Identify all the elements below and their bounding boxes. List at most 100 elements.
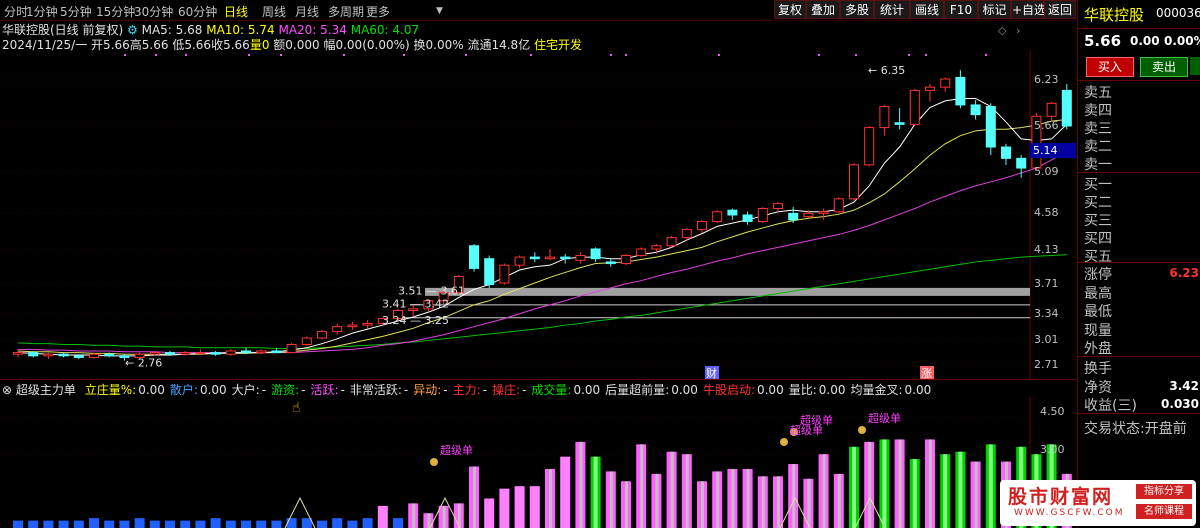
candle-body [575, 254, 586, 261]
indicator-field-label: 量比: [788, 383, 817, 397]
period-7[interactable]: 周线 [262, 3, 286, 20]
ind-bar-stripe [761, 476, 765, 528]
quote-row-label: 涨停 [1084, 267, 1112, 283]
chart-title: 华联控股(日线 前复权) [2, 23, 124, 37]
indicator-field-label: 立庄量%: [84, 383, 137, 397]
watermark-logo: 股市财富网 WWW.GSCFW.COM 指标分享 名师课程 [1000, 480, 1196, 526]
indicator-chart[interactable]: 超级单超级单超级单超级单 [0, 397, 1076, 528]
toolbar-button-2[interactable]: 多股 [840, 0, 874, 19]
ind-bar-stripe [442, 505, 446, 528]
toolbar-button-0[interactable]: 复权 [774, 0, 806, 19]
period-1[interactable]: 1分钟 [26, 3, 58, 20]
indicator-field-value: - [261, 383, 267, 397]
ind-bar-stripe [988, 444, 993, 528]
quote-row-label: 卖一 [1084, 157, 1112, 173]
candle-body [317, 331, 327, 339]
price-tag: 5.14 [1030, 143, 1076, 158]
ind-bar [134, 518, 145, 528]
indicator-field-value: 0.00 [818, 383, 846, 397]
indicator-field-value: - [443, 383, 448, 397]
period-5[interactable]: 60分钟 [178, 3, 217, 20]
candle-body [590, 248, 601, 260]
candle-body [636, 248, 647, 256]
candle-body [833, 198, 844, 213]
ind-bar-stripe [685, 454, 689, 528]
ind-bar-stripe [701, 481, 704, 528]
period-4[interactable]: 30分钟 [134, 3, 173, 20]
signal-dot [185, 54, 187, 56]
ind-bar [73, 520, 84, 528]
last-price: 5.66 [1084, 32, 1122, 50]
quote-row-label: 卖三 [1084, 121, 1112, 137]
toolbar-button-6[interactable]: 标记 [978, 0, 1011, 19]
ind-bar [499, 488, 510, 528]
ind-bar-stripe [912, 459, 917, 528]
indicator-field-value: - [482, 383, 488, 397]
settings-icon[interactable]: ⚙ [127, 23, 138, 37]
signal-dot [855, 54, 857, 56]
quote-row-label: 卖四 [1084, 103, 1112, 119]
ind-bar-stripe [412, 503, 416, 528]
candle-body [180, 352, 191, 355]
price-chart[interactable]: ← 2.76 ← 6.35 3.51 — 3.613.41 — 3.42 3.24 —… [0, 50, 1076, 380]
candle-body [362, 322, 373, 326]
watermark-tag1: 指标分享 [1136, 484, 1192, 499]
ind-bar-stripe [852, 446, 856, 528]
candle-body [970, 104, 981, 116]
candle-body [621, 254, 631, 265]
signal-dot [155, 54, 157, 56]
ind-bar [332, 518, 343, 528]
candle-body [149, 352, 160, 355]
price-change: 0.00 [1130, 34, 1160, 48]
toolbar-button-5[interactable]: F10 [944, 0, 978, 19]
ind-bar-stripe [837, 473, 841, 528]
candle-body [484, 258, 495, 286]
scroll-right-icon[interactable]: › [1016, 24, 1020, 37]
quote-row-label: 买三 [1084, 213, 1112, 229]
super-order-label: 超级单 [868, 411, 901, 425]
watermark-brand: 股市财富网 [1008, 486, 1114, 508]
level-annotation: 3.24 — 3.25 [382, 314, 449, 327]
ind-bar [241, 520, 251, 528]
period-2[interactable]: 5分钟 [60, 3, 92, 20]
ma5-line [17, 97, 1068, 357]
toolbar-button-1[interactable]: 叠加 [806, 0, 840, 19]
period-9[interactable]: 多周期 [328, 3, 364, 20]
candle-body [940, 78, 951, 88]
price-axis: 6.23 5.66 5.09 4.58 4.13 3.71 3.34 3.01 2.71 [1030, 50, 1076, 380]
candle-body [514, 256, 525, 266]
period-6[interactable]: 日线 [224, 3, 248, 20]
ma20-label: MA20: 5.34 [278, 23, 347, 37]
buy-button[interactable]: 买入 [1086, 57, 1134, 77]
ind-axis-mid: 3.00 [1040, 443, 1065, 456]
ind-bar [180, 520, 191, 528]
stock-code: 000036 [1156, 6, 1200, 20]
ind-bar-stripe [593, 456, 598, 528]
candle-body [529, 256, 540, 260]
toolbar-button-4[interactable]: 画线 [910, 0, 944, 19]
diamond-icon[interactable]: ◇ [998, 24, 1006, 37]
sell-button[interactable]: 卖出 [1140, 57, 1188, 77]
period-10[interactable]: 更多 [366, 3, 390, 20]
toolbar-button-7[interactable]: +自选 [1011, 0, 1046, 19]
period-0[interactable]: 分时 [4, 3, 28, 20]
candle-body [909, 89, 920, 125]
candle-body [560, 256, 571, 260]
more-dropdown-icon[interactable]: ▼ [436, 6, 443, 16]
period-8[interactable]: 月线 [295, 3, 319, 20]
indicator-close-icon[interactable]: ⊗ [2, 383, 12, 397]
toolbar-button-3[interactable]: 统计 [874, 0, 910, 19]
quote-row-label: 最高 [1084, 285, 1112, 302]
candle-body [1001, 146, 1011, 159]
toolbar-button-8[interactable]: 返回 [1044, 0, 1076, 19]
ind-bar [225, 520, 236, 528]
indicator-field-label: 均量金叉: [850, 383, 903, 397]
candle-body [681, 229, 692, 239]
period-3[interactable]: 15分钟 [96, 3, 135, 20]
ind-bar-stripe [670, 451, 674, 528]
quote-row-label: 卖五 [1084, 85, 1112, 101]
level-annotation: 3.51 — 3.61 [398, 284, 465, 297]
ind-bar-stripe [549, 468, 552, 528]
candle-body [788, 212, 799, 221]
indicator-field-value: 0.00 [573, 383, 601, 397]
